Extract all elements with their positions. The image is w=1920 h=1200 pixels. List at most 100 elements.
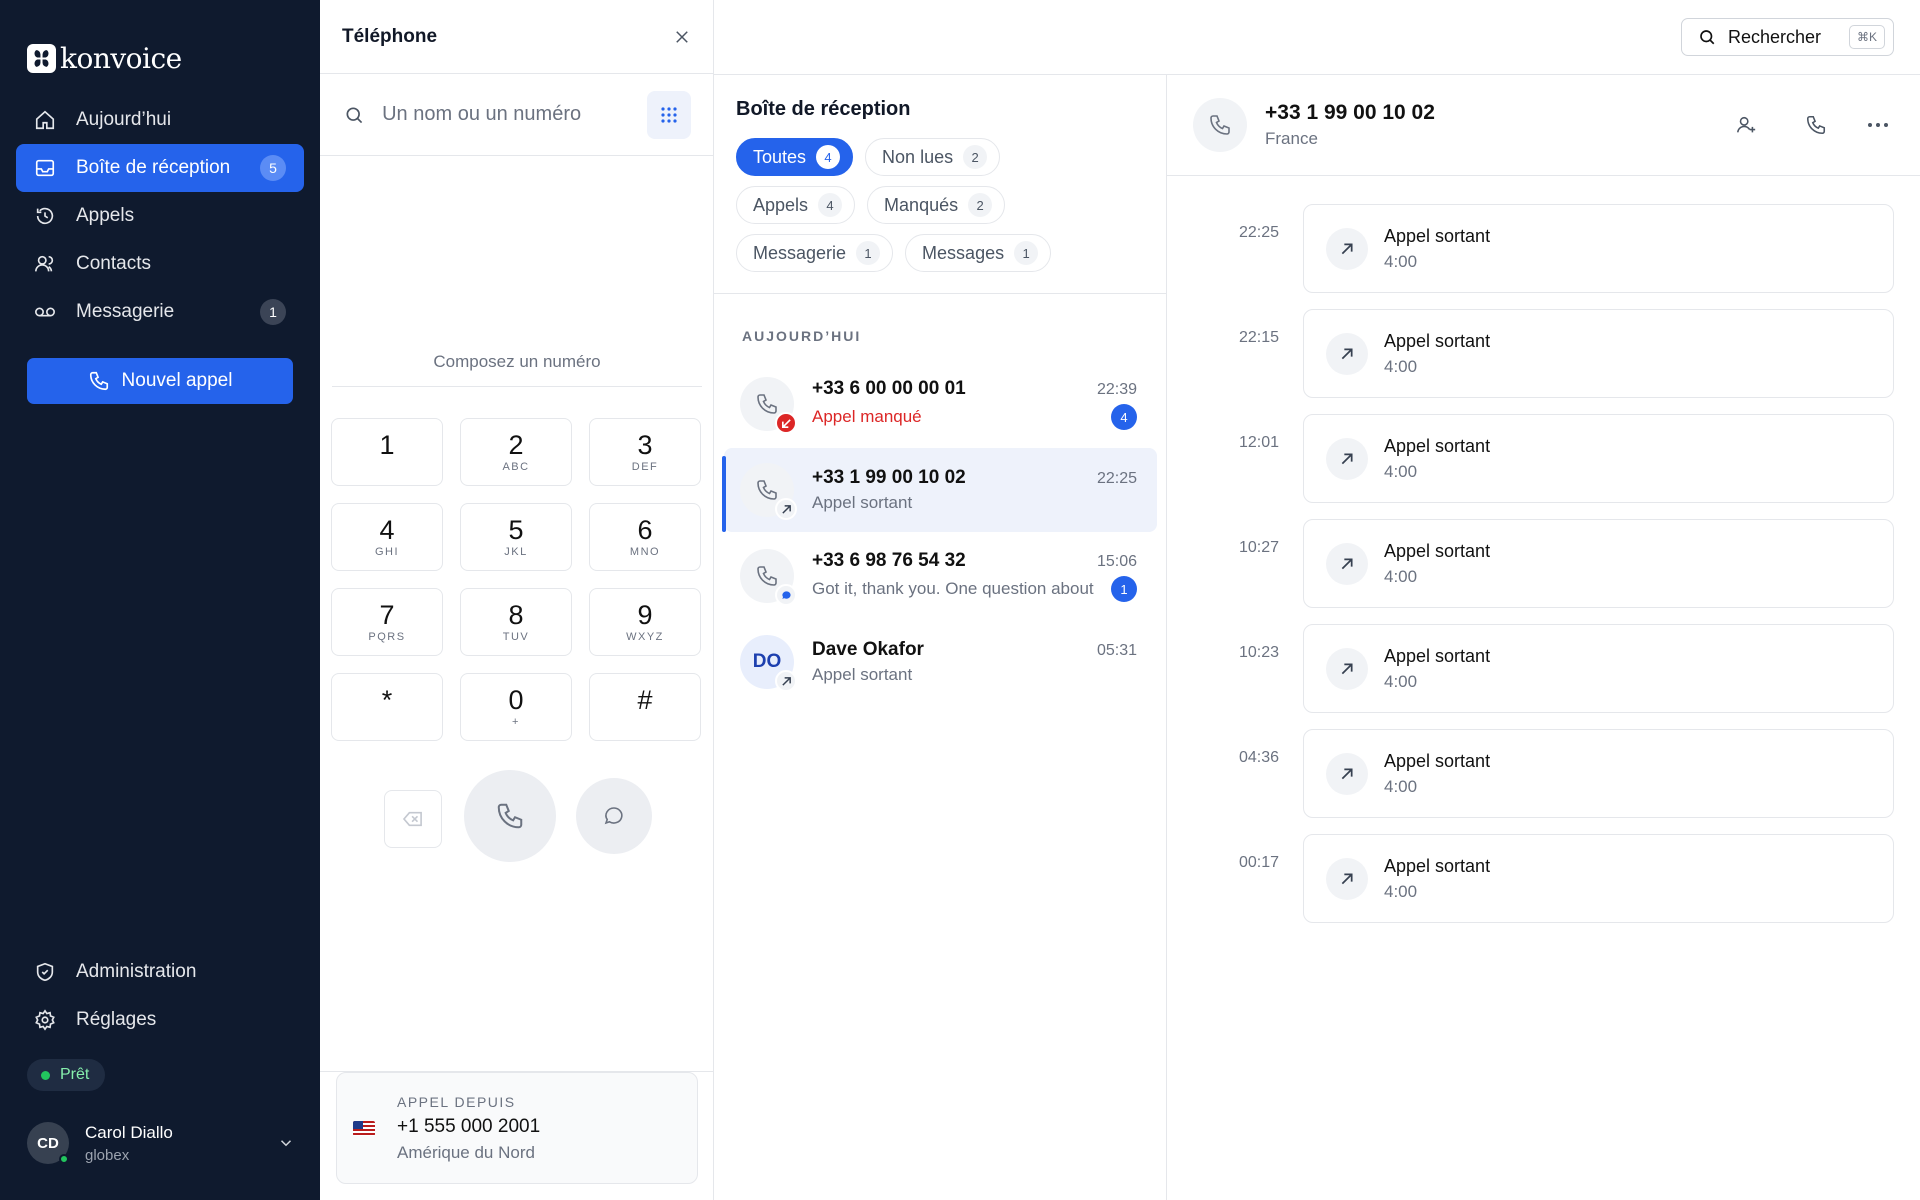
sidebar-item-administration[interactable]: Administration bbox=[16, 948, 304, 996]
key-8[interactable]: 8 TUV bbox=[460, 588, 572, 656]
key-1[interactable]: 1 bbox=[331, 418, 443, 486]
key-3[interactable]: 3 DEF bbox=[589, 418, 701, 486]
filter-voicemail[interactable]: Messagerie 1 bbox=[736, 234, 894, 272]
call-event-card[interactable]: Appel sortant 4:00 bbox=[1303, 414, 1894, 503]
sidebar-item-label: Appels bbox=[76, 205, 135, 226]
call-event-card[interactable]: Appel sortant 4:00 bbox=[1303, 309, 1894, 398]
number-search-input[interactable] bbox=[382, 103, 648, 126]
call-contact-button[interactable] bbox=[1794, 103, 1838, 147]
user-menu[interactable]: CD Carol Diallo globex bbox=[27, 1120, 295, 1166]
event-text: Appel sortant 4:00 bbox=[1384, 226, 1490, 272]
filter-missed[interactable]: Manqués 2 bbox=[867, 186, 1006, 224]
call-timeline: 22:25 Appel sortant 4:00 22:15 Appel sortant… bbox=[1167, 204, 1920, 939]
conversation-time: 22:25 bbox=[1096, 470, 1137, 487]
keypad-toggle-button[interactable] bbox=[647, 90, 691, 139]
conversation-item[interactable]: +33 6 00 00 00 01 22:39 Appel manqué 4 bbox=[724, 362, 1157, 446]
contact-avatar: DO bbox=[740, 635, 797, 692]
outgoing-call-icon bbox=[1326, 227, 1368, 270]
filter-calls[interactable]: Appels 4 bbox=[736, 186, 856, 224]
sidebar-item-inbox[interactable]: Boîte de réception 5 bbox=[16, 144, 304, 192]
backspace-icon bbox=[402, 811, 422, 827]
filter-unread[interactable]: Non lues 2 bbox=[865, 138, 1001, 176]
call-button[interactable] bbox=[464, 770, 556, 862]
sidebar-item-settings[interactable]: Réglages bbox=[16, 996, 304, 1044]
key-0[interactable]: 0 + bbox=[460, 673, 572, 741]
sidebar-item-label: Administration bbox=[76, 961, 197, 982]
key-2[interactable]: 2 ABC bbox=[460, 418, 572, 486]
call-event-card[interactable]: Appel sortant 4:00 bbox=[1303, 204, 1894, 293]
conversation-item[interactable]: +33 6 98 76 54 32 15:06 Got it, thank you… bbox=[724, 534, 1157, 618]
key-digit: 4 bbox=[379, 514, 395, 545]
sidebar-item-today[interactable]: Aujourd’hui bbox=[16, 96, 304, 144]
search-label: Rechercher bbox=[1728, 26, 1822, 47]
voicemail-icon bbox=[32, 299, 58, 325]
filter-messages[interactable]: Messages 1 bbox=[905, 234, 1052, 272]
key-7[interactable]: 7 PQRS bbox=[331, 588, 443, 656]
key-hash[interactable]: # bbox=[589, 673, 701, 741]
call-event-card[interactable]: Appel sortant 4:00 bbox=[1303, 624, 1894, 713]
key-digit: 6 bbox=[637, 514, 653, 545]
call-event-card[interactable]: Appel sortant 4:00 bbox=[1303, 834, 1894, 923]
key-4[interactable]: 4 GHI bbox=[331, 503, 443, 571]
send-message-button[interactable] bbox=[576, 778, 652, 854]
call-event-card[interactable]: Appel sortant 4:00 bbox=[1303, 519, 1894, 608]
unread-badge: 1 bbox=[1111, 576, 1137, 602]
contact-avatar bbox=[740, 463, 797, 520]
event-title: Appel sortant bbox=[1384, 540, 1491, 561]
conversation-preview: Appel manqué bbox=[812, 407, 922, 426]
close-icon[interactable] bbox=[673, 28, 691, 46]
sidebar-item-voicemail[interactable]: Messagerie 1 bbox=[16, 288, 304, 336]
sidebar-item-contacts[interactable]: Contacts bbox=[16, 240, 304, 288]
sidebar: konvoice Aujourd’hui Boîte de réception … bbox=[0, 0, 320, 1200]
key-digit: * bbox=[381, 684, 393, 715]
key-9[interactable]: 9 WXYZ bbox=[589, 588, 701, 656]
phone-icon bbox=[757, 480, 777, 500]
event-time: 22:15 bbox=[1238, 329, 1279, 346]
key-5[interactable]: 5 JKL bbox=[460, 503, 572, 571]
sidebar-item-label: Réglages bbox=[76, 1009, 157, 1030]
status-label: Prêt bbox=[60, 1066, 90, 1083]
inbox-title: Boîte de réception bbox=[736, 98, 911, 120]
key-6[interactable]: 6 MNO bbox=[589, 503, 701, 571]
contact-avatar bbox=[740, 377, 797, 434]
outgoing-call-icon bbox=[775, 670, 797, 692]
conversation-name: +33 6 98 76 54 32 bbox=[812, 550, 966, 571]
key-digit: 5 bbox=[508, 514, 524, 545]
key-letters: WXYZ bbox=[626, 630, 664, 643]
conversation-item[interactable]: DO Dave Okafor 05:31 Appel sortant bbox=[724, 620, 1157, 704]
call-event-card[interactable]: Appel sortant 4:00 bbox=[1303, 729, 1894, 818]
key-digit: 8 bbox=[508, 599, 524, 630]
count-badge: 5 bbox=[260, 155, 286, 181]
phone-icon bbox=[1210, 114, 1230, 135]
phone-panel: Téléphone Composez un numéro 1 2ABC 3DEF… bbox=[320, 0, 714, 1200]
sidebar-item-label: Boîte de réception bbox=[76, 157, 231, 178]
sidebar-item-calls[interactable]: Appels bbox=[16, 192, 304, 240]
key-digit: # bbox=[637, 684, 653, 715]
keypad-grid-icon bbox=[661, 106, 677, 123]
more-options-button[interactable] bbox=[1856, 103, 1900, 147]
more-horizontal-icon bbox=[1868, 122, 1888, 127]
filter-all[interactable]: Toutes 4 bbox=[736, 138, 854, 176]
app-logo[interactable]: konvoice bbox=[27, 40, 182, 76]
new-call-button[interactable]: Nouvel appel bbox=[27, 358, 293, 404]
outgoing-call-icon bbox=[775, 498, 797, 520]
caller-id-selector[interactable]: APPEL DEPUIS +1 555 000 2001 Amérique du… bbox=[336, 1072, 698, 1184]
filter-label: Non lues bbox=[882, 146, 954, 167]
shortcut-hint: ⌘K bbox=[1848, 25, 1885, 49]
missed-call-icon bbox=[775, 412, 797, 434]
key-star[interactable]: * bbox=[331, 673, 443, 741]
add-contact-button[interactable] bbox=[1724, 103, 1768, 147]
message-bubble-icon bbox=[604, 807, 623, 825]
us-flag-icon bbox=[353, 1120, 375, 1136]
key-digit: 1 bbox=[379, 429, 395, 460]
sidebar-item-label: Aujourd’hui bbox=[76, 109, 172, 130]
outgoing-call-icon bbox=[1326, 857, 1368, 900]
availability-status[interactable]: Prêt bbox=[27, 1059, 106, 1091]
global-search-button[interactable]: Rechercher ⌘K bbox=[1681, 18, 1894, 56]
timeline-row: 12:01 Appel sortant 4:00 bbox=[1167, 414, 1920, 519]
backspace-button[interactable] bbox=[384, 790, 442, 848]
event-title: Appel sortant bbox=[1384, 330, 1491, 351]
event-title: Appel sortant bbox=[1384, 435, 1491, 456]
avatar-initials: CD bbox=[37, 1134, 59, 1152]
conversation-item[interactable]: +33 1 99 00 10 02 22:25 Appel sortant bbox=[722, 448, 1157, 532]
